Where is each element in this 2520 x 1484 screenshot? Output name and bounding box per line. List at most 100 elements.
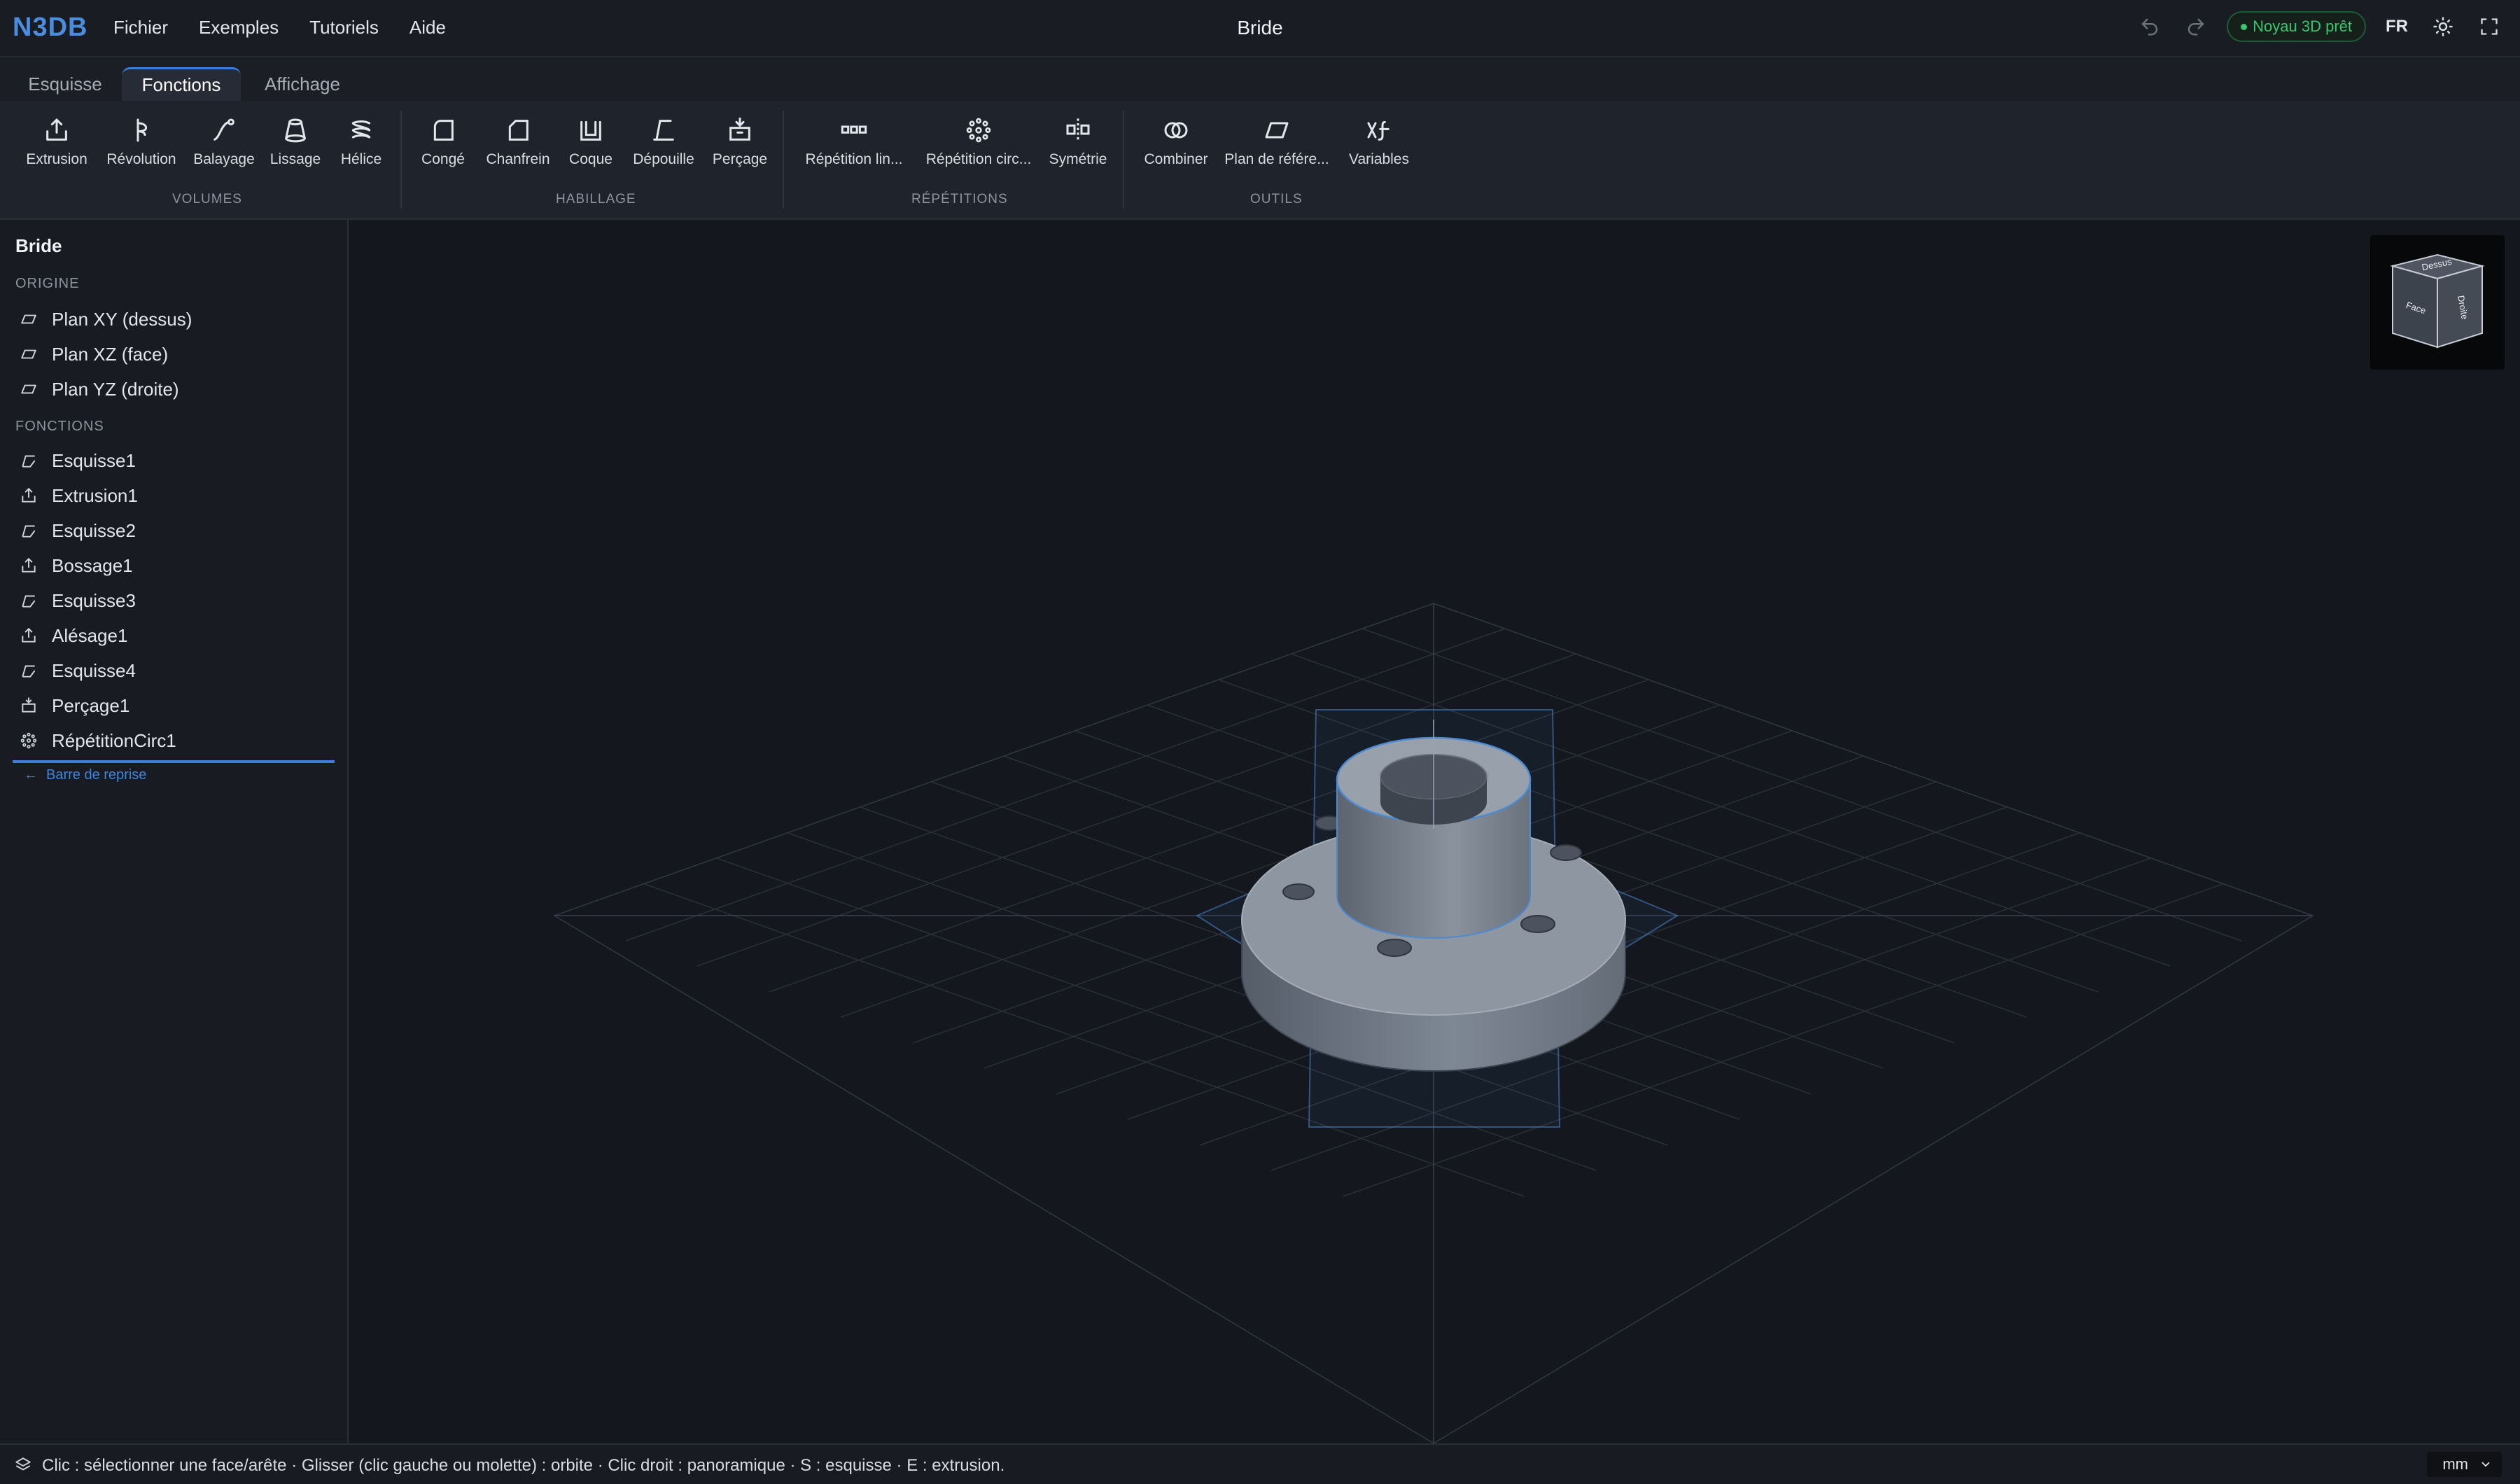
tree-root-label[interactable]: Bride: [15, 235, 62, 257]
reference-plane-label: Plan de référe...: [1224, 151, 1329, 167]
hole-button[interactable]: Perçage: [708, 116, 771, 183]
redo-button[interactable]: [2180, 11, 2211, 42]
group-habillage-label: HABILLAGE: [556, 192, 636, 206]
linear-pattern-label: Répétition lin...: [805, 151, 903, 167]
undo-button[interactable]: [2134, 11, 2165, 42]
fullscreen-icon: [2481, 18, 2498, 35]
chamfer-label: Chanfrein: [486, 151, 550, 167]
tree-item-label: Esquisse3: [52, 589, 136, 611]
draft-label: Dépouille: [633, 151, 694, 167]
mode-tabs: Esquisse Fonctions Affichage: [0, 57, 2520, 101]
combine-button[interactable]: Combiner: [1140, 116, 1212, 183]
linear-pattern-icon: [841, 125, 867, 134]
tree-item-label: Perçage1: [52, 694, 130, 716]
fullscreen-button[interactable]: [2474, 11, 2505, 42]
language-button[interactable]: FR: [2381, 11, 2412, 42]
tree-item-extrusion1[interactable]: Extrusion1: [20, 480, 138, 511]
view-cube[interactable]: Dessus Face Droite: [2370, 235, 2505, 370]
hole-label: Perçage: [712, 151, 768, 167]
tree-item-label: Alésage1: [52, 624, 128, 646]
loft-button[interactable]: Lissage: [266, 116, 325, 183]
redo-icon: [2188, 18, 2204, 36]
theme-toggle-button[interactable]: [2428, 11, 2458, 42]
circular-pattern-label: Répétition circ...: [925, 151, 1032, 167]
ribbon-separator: [783, 111, 784, 209]
tree-item-label: Plan XY (dessus): [52, 308, 192, 330]
loft-label: Lissage: [270, 151, 321, 167]
linear-pattern-button[interactable]: Répétition lin...: [798, 116, 910, 183]
draft-button[interactable]: Dépouille: [627, 116, 700, 183]
chamfer-button[interactable]: Chanfrein: [483, 116, 553, 183]
sun-icon: [2433, 17, 2453, 36]
reference-plane-button[interactable]: Plan de référe...: [1222, 116, 1331, 183]
variables-button[interactable]: Variables: [1343, 116, 1415, 183]
shell-button[interactable]: Coque: [564, 116, 617, 183]
app-logo[interactable]: N3DB: [13, 13, 88, 43]
tree-item-label: RépétitionCirc1: [52, 729, 176, 751]
sweep-label: Balayage: [193, 151, 255, 167]
rollback-link[interactable]: ← Barre de reprise: [24, 767, 146, 783]
tree-item-plan-xz[interactable]: Plan XZ (face): [20, 339, 168, 370]
tree-item-label: Plan XZ (face): [52, 343, 169, 365]
tree-item-alesage1[interactable]: Alésage1: [20, 620, 127, 651]
sketch-icon: [22, 455, 36, 468]
loft-icon: [285, 118, 306, 143]
sketch-icon: [22, 595, 36, 608]
tree-item-plan-xy[interactable]: Plan XY (dessus): [20, 304, 192, 335]
arrow-left-icon: ←: [24, 767, 38, 783]
tree-item-esquisse1[interactable]: Esquisse1: [20, 445, 136, 476]
tree-item-esquisse2[interactable]: Esquisse2: [20, 515, 136, 546]
fillet-button[interactable]: Congé: [414, 116, 472, 183]
circular-pattern-button[interactable]: Répétition circ...: [921, 116, 1036, 183]
extrude-button[interactable]: Extrusion: [21, 116, 92, 183]
variables-icon: [1367, 120, 1390, 141]
menu-exemples[interactable]: Exemples: [199, 17, 279, 38]
tab-esquisse[interactable]: Esquisse: [15, 67, 115, 101]
extrude-icon: [22, 557, 36, 573]
tree-item-label: Esquisse2: [52, 519, 136, 541]
helix-button[interactable]: Hélice: [333, 116, 389, 183]
group-repetitions-label: RÉPÉTITIONS: [911, 192, 1008, 206]
hole-icon: [729, 117, 750, 141]
menu-aide[interactable]: Aide: [410, 17, 446, 38]
tree-item-bossage1[interactable]: Bossage1: [20, 550, 133, 581]
view-cube-front[interactable]: Face: [2392, 265, 2438, 349]
mirror-icon: [1066, 118, 1090, 142]
tree-item-label: Plan YZ (droite): [52, 378, 179, 400]
extrude-icon: [22, 487, 36, 503]
extrude-label: Extrusion: [26, 151, 88, 167]
sweep-button[interactable]: Balayage: [190, 116, 258, 183]
variables-label: Variables: [1349, 151, 1409, 167]
menu-fichier[interactable]: Fichier: [113, 17, 168, 38]
ground-grid: [553, 603, 2314, 1443]
unit-select[interactable]: mm: [2427, 1452, 2502, 1477]
status-bar: Clic : sélectionner une face/arête · Gli…: [0, 1443, 2520, 1484]
chevron-down-icon: [2482, 1462, 2490, 1467]
shell-icon: [580, 120, 601, 141]
feature-tree-panel: Bride ORIGINE Plan XY (dessus) Plan XZ (…: [0, 220, 349, 1443]
revolve-button[interactable]: Révolution: [102, 116, 181, 183]
top-right-tools: Noyau 3D prêt FR: [2134, 11, 2505, 42]
tab-fonctions[interactable]: Fonctions: [122, 67, 241, 101]
view-cube-right[interactable]: Droite: [2437, 265, 2483, 349]
tree-item-label: Bossage1: [52, 554, 133, 576]
extrude-icon: [22, 627, 36, 643]
menu-tutoriels[interactable]: Tutoriels: [309, 17, 379, 38]
tree-item-esquisse4[interactable]: Esquisse4: [20, 655, 136, 686]
mirror-label: Symétrie: [1049, 151, 1107, 167]
circular-pattern-icon: [20, 732, 37, 749]
rollback-bar[interactable]: [13, 760, 335, 763]
tree-item-repetitioncirc1[interactable]: RépétitionCirc1: [20, 725, 176, 756]
top-bar: N3DB Fichier Exemples Tutoriels Aide Bri…: [0, 0, 2520, 57]
tree-item-label: Esquisse1: [52, 449, 136, 471]
mirror-button[interactable]: Symétrie: [1046, 116, 1110, 183]
status-dot-icon: [2241, 23, 2248, 30]
tree-item-percage1[interactable]: Perçage1: [20, 690, 130, 721]
tree-item-plan-yz[interactable]: Plan YZ (droite): [20, 374, 179, 405]
fillet-label: Congé: [421, 151, 465, 167]
tab-affichage[interactable]: Affichage: [249, 67, 356, 101]
3d-viewport[interactable]: Dessus Face Droite: [349, 220, 2520, 1443]
shell-label: Coque: [569, 151, 612, 167]
main-menu: Fichier Exemples Tutoriels Aide: [113, 17, 446, 38]
tree-item-esquisse3[interactable]: Esquisse3: [20, 585, 136, 616]
